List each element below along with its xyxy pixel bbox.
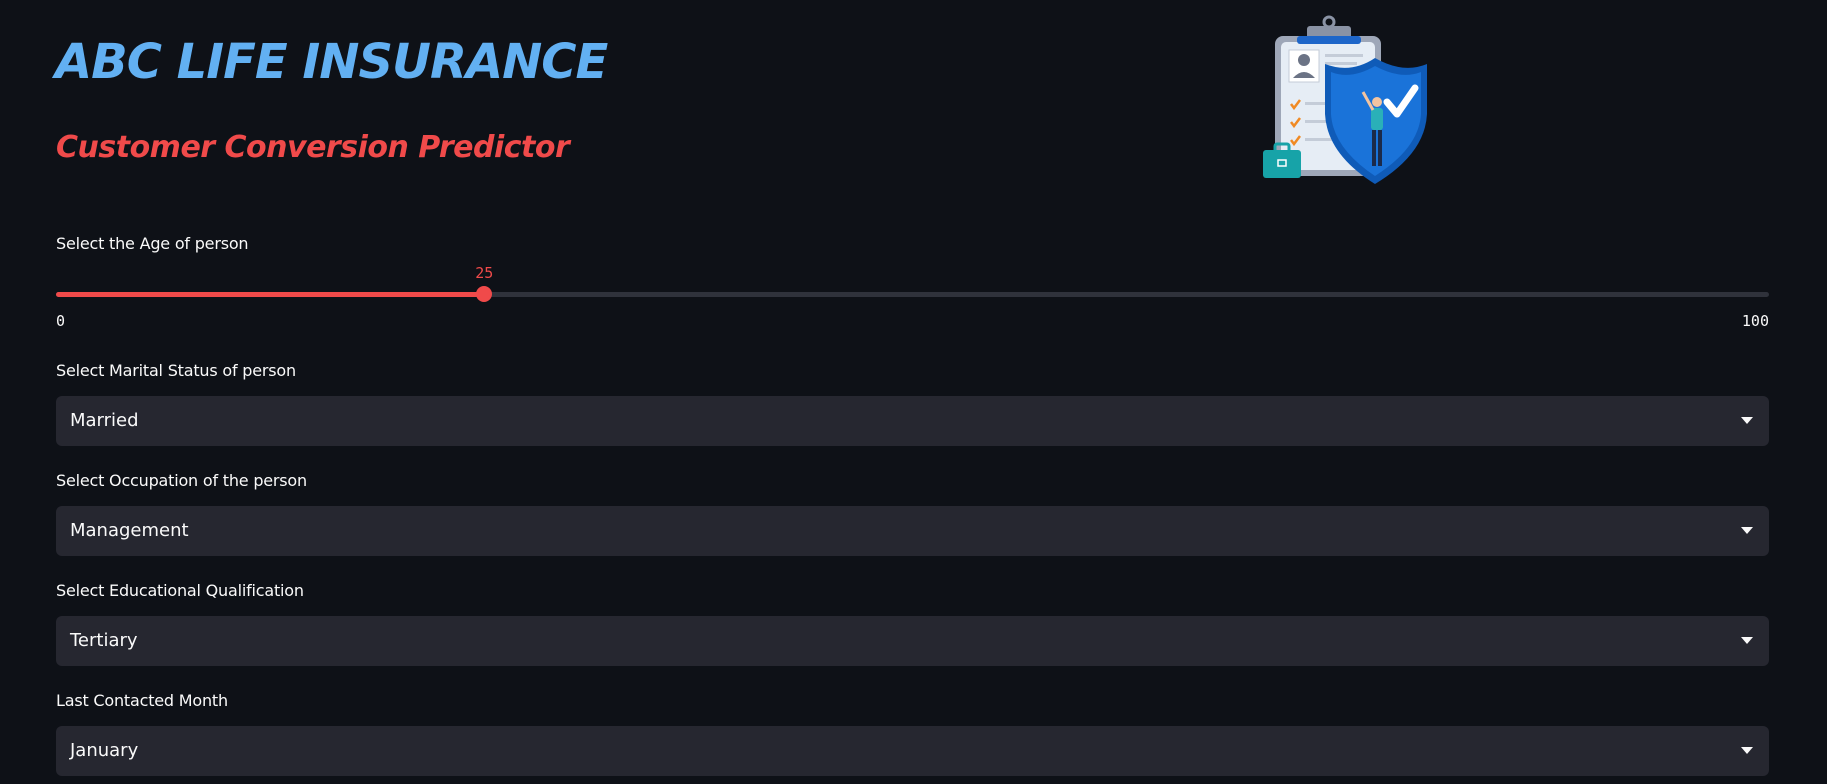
chevron-down-icon xyxy=(1741,747,1753,754)
last-contacted-month-select[interactable]: January xyxy=(56,726,1769,776)
app-subtitle: Customer Conversion Predictor xyxy=(56,130,570,165)
slider-fill xyxy=(56,292,485,297)
marital-status-label: Select Marital Status of person xyxy=(56,361,296,380)
chevron-down-icon xyxy=(1741,637,1753,644)
occupation-select[interactable]: Management xyxy=(56,506,1769,556)
slider-min-value: 0 xyxy=(56,312,66,330)
education-selected-value: Tertiary xyxy=(70,630,138,651)
chevron-down-icon xyxy=(1741,527,1753,534)
age-slider-label: Select the Age of person xyxy=(56,234,249,253)
slider-max-value: 100 xyxy=(1741,312,1769,330)
last-contacted-month-selected-value: January xyxy=(70,740,139,761)
app-page: ABC LIFE INSURANCE Customer Conversion P… xyxy=(0,0,1827,784)
age-slider[interactable]: 25 0 100 xyxy=(56,264,1769,334)
last-contacted-month-label: Last Contacted Month xyxy=(56,691,228,710)
chevron-down-icon xyxy=(1741,417,1753,424)
marital-status-selected-value: Married xyxy=(70,410,139,431)
app-title: ABC LIFE INSURANCE xyxy=(55,34,608,90)
education-label: Select Educational Qualification xyxy=(56,581,304,600)
slider-current-value: 25 xyxy=(475,264,494,282)
education-select[interactable]: Tertiary xyxy=(56,616,1769,666)
occupation-selected-value: Management xyxy=(70,520,189,541)
occupation-label: Select Occupation of the person xyxy=(56,471,307,490)
slider-thumb[interactable] xyxy=(476,286,493,302)
insurance-illustration-icon xyxy=(1263,15,1427,184)
marital-status-select[interactable]: Married xyxy=(56,396,1769,446)
